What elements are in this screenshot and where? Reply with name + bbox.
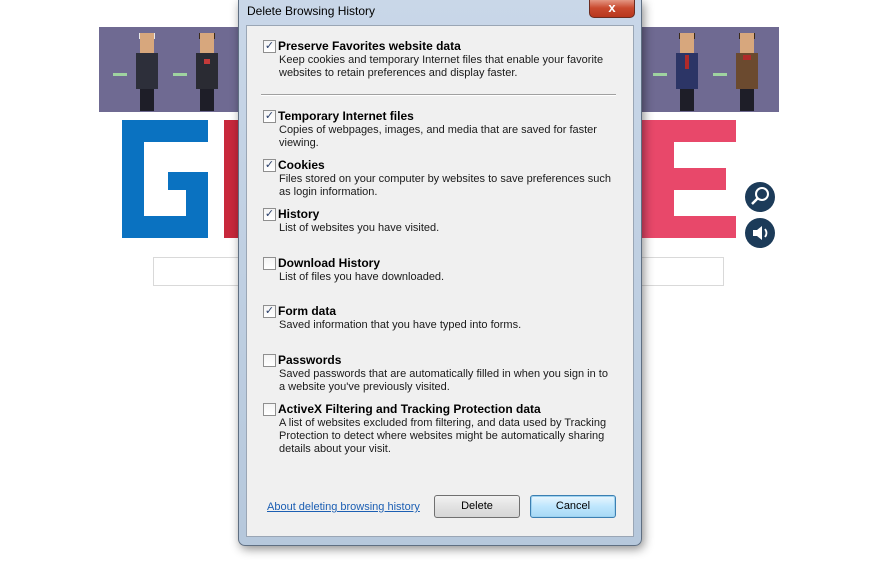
option-label: Download History bbox=[278, 256, 381, 270]
option-description: Saved passwords that are automatically f… bbox=[279, 368, 608, 393]
option-description: List of files you have downloaded. bbox=[279, 271, 445, 283]
option-description: Copies of webpages, images, and media th… bbox=[279, 124, 597, 149]
doodle-figure bbox=[113, 33, 159, 111]
option-label: Form data bbox=[278, 304, 337, 318]
option-label: History bbox=[278, 207, 320, 221]
close-icon: x bbox=[608, 0, 616, 15]
delete-button[interactable]: Delete bbox=[434, 495, 520, 518]
checkbox-activex-tracking-protection[interactable] bbox=[263, 403, 276, 416]
option-description: Files stored on your computer by website… bbox=[279, 173, 611, 198]
checkbox-download-history[interactable] bbox=[263, 257, 276, 270]
checkbox-passwords[interactable] bbox=[263, 354, 276, 367]
option-description: A list of websites excluded from filteri… bbox=[279, 417, 607, 455]
audio-button[interactable] bbox=[745, 218, 775, 248]
checkbox-temporary-internet-files[interactable]: ✓ bbox=[263, 110, 276, 123]
option-description: Keep cookies and temporary Internet file… bbox=[279, 54, 604, 79]
delete-browsing-history-dialog: Delete Browsing History x ✓ Preserve Fav… bbox=[238, 0, 642, 546]
checkbox-preserve-favorites[interactable]: ✓ bbox=[263, 40, 276, 53]
checkbox-form-data[interactable]: ✓ bbox=[263, 305, 276, 318]
option-description: List of websites you have visited. bbox=[279, 222, 440, 234]
option-description: Saved information that you have typed in… bbox=[279, 319, 522, 331]
option-label: Passwords bbox=[278, 353, 342, 367]
speaker-icon bbox=[753, 226, 768, 240]
separator bbox=[261, 94, 616, 96]
doodle-figure bbox=[173, 33, 219, 111]
close-button[interactable]: x bbox=[589, 0, 635, 18]
magnifier-icon bbox=[751, 187, 769, 205]
doodle-figure bbox=[653, 33, 699, 111]
dialog-title: Delete Browsing History bbox=[247, 4, 376, 18]
about-deleting-history-link[interactable]: About deleting browsing history bbox=[267, 501, 420, 513]
dialog-content: ✓ Preserve Favorites website data Keep c… bbox=[246, 25, 634, 537]
option-label: Preserve Favorites website data bbox=[278, 39, 461, 53]
option-label: Cookies bbox=[278, 158, 325, 172]
logo-letter-g bbox=[122, 120, 208, 238]
logo-letter-fragment bbox=[224, 120, 238, 238]
option-label: Temporary Internet files bbox=[278, 109, 414, 123]
option-label: ActiveX Filtering and Tracking Protectio… bbox=[278, 402, 541, 416]
checkbox-history[interactable]: ✓ bbox=[263, 208, 276, 221]
logo-letter-e bbox=[652, 120, 736, 238]
checkbox-cookies[interactable]: ✓ bbox=[263, 159, 276, 172]
cancel-button[interactable]: Cancel bbox=[530, 495, 616, 518]
doodle-figure bbox=[713, 33, 759, 111]
search-button[interactable] bbox=[745, 182, 775, 212]
